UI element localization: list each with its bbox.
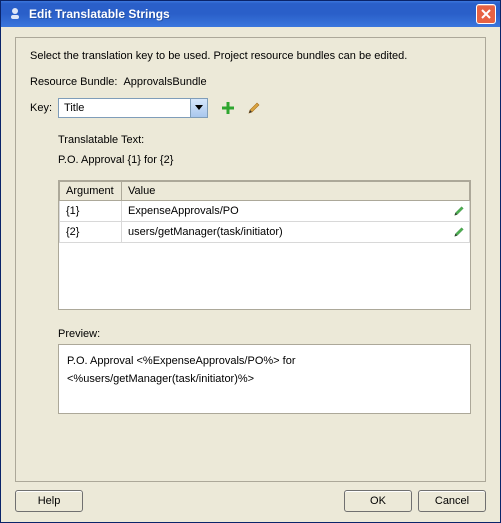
preview-text: P.O. Approval <%ExpenseApprovals/PO%> fo… bbox=[67, 355, 295, 385]
translatable-text-value: P.O. Approval {1} for {2} bbox=[58, 154, 471, 166]
help-button[interactable]: Help bbox=[15, 490, 83, 512]
key-combobox[interactable]: Title bbox=[58, 98, 208, 118]
edit-value-button[interactable] bbox=[452, 225, 466, 239]
instruction-text: Select the translation key to be used. P… bbox=[30, 50, 471, 62]
ok-button[interactable]: OK bbox=[344, 490, 412, 512]
add-key-button[interactable] bbox=[220, 100, 236, 116]
value-cell[interactable]: users/getManager(task/initiator) bbox=[122, 222, 470, 243]
table-row: {2} users/getManager(task/initiator) bbox=[60, 222, 470, 243]
col-header-argument: Argument bbox=[60, 182, 122, 201]
value-text: users/getManager(task/initiator) bbox=[128, 226, 283, 238]
arguments-table: Argument Value {1} ExpenseApprovals/PO bbox=[58, 180, 471, 310]
close-button[interactable] bbox=[476, 4, 496, 24]
translatable-text-label: Translatable Text: bbox=[58, 134, 471, 146]
col-header-value: Value bbox=[122, 182, 470, 201]
edit-key-button[interactable] bbox=[246, 100, 262, 116]
arg-cell: {1} bbox=[60, 201, 122, 222]
edit-value-button[interactable] bbox=[452, 204, 466, 218]
table-row: {1} ExpenseApprovals/PO bbox=[60, 201, 470, 222]
resource-bundle-label: Resource Bundle: bbox=[30, 76, 117, 88]
preview-box: P.O. Approval <%ExpenseApprovals/PO%> fo… bbox=[58, 344, 471, 414]
key-label: Key: bbox=[30, 102, 52, 114]
resource-bundle-value: ApprovalsBundle bbox=[123, 76, 206, 88]
value-cell[interactable]: ExpenseApprovals/PO bbox=[122, 201, 470, 222]
value-text: ExpenseApprovals/PO bbox=[128, 205, 239, 217]
preview-label: Preview: bbox=[58, 328, 471, 340]
key-selected-value: Title bbox=[59, 99, 190, 117]
window-title: Edit Translatable Strings bbox=[29, 7, 476, 21]
app-icon bbox=[7, 6, 23, 22]
arg-cell: {2} bbox=[60, 222, 122, 243]
chevron-down-icon bbox=[190, 99, 207, 117]
cancel-button[interactable]: Cancel bbox=[418, 490, 486, 512]
